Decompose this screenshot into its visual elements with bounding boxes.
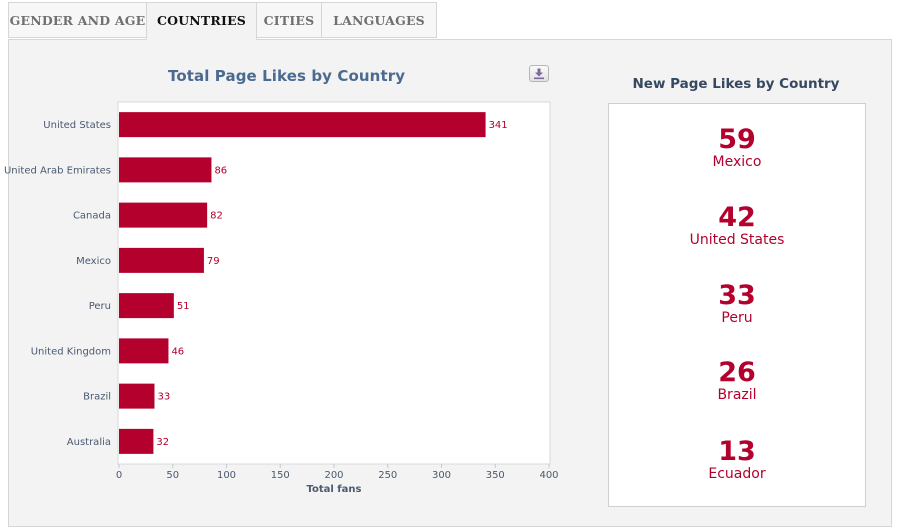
stat-item: 33 Peru	[609, 280, 865, 327]
x-tick-label: 400	[539, 470, 558, 481]
value-label: 33	[157, 392, 170, 403]
category-label: Brazil	[83, 392, 111, 403]
tab-countries[interactable]: COUNTRIES	[146, 2, 257, 40]
bar	[119, 202, 208, 228]
bar	[119, 338, 169, 364]
stat-value: 42	[718, 202, 756, 233]
x-axis-label: Total fans	[307, 484, 362, 495]
x-tick-label: 300	[432, 470, 451, 481]
x-tick-label: 150	[271, 470, 290, 481]
stat-value: 33	[718, 280, 756, 311]
value-label: 86	[214, 165, 227, 176]
value-label: 46	[171, 346, 184, 357]
x-tick-label: 100	[217, 470, 236, 481]
stat-country: Brazil	[717, 387, 757, 403]
category-label: Peru	[89, 301, 111, 312]
value-label: 79	[207, 256, 220, 267]
right-panel-title: New Page Likes by Country	[632, 76, 840, 92]
stat-country: Peru	[721, 310, 753, 326]
stat-item: 42 United States	[609, 202, 865, 249]
value-label: 32	[156, 437, 169, 448]
value-label: 341	[489, 120, 508, 131]
stat-item: 59 Mexico	[609, 124, 865, 171]
category-label: Canada	[73, 211, 111, 222]
new-likes-card: 59 Mexico 42 United States 33 Peru 26 Br…	[608, 103, 866, 507]
x-tick-label: 250	[378, 470, 397, 481]
category-label: United States	[43, 120, 111, 131]
stat-value: 26	[718, 357, 756, 388]
stat-country: Ecuador	[708, 466, 766, 482]
x-tick-label: 0	[116, 470, 122, 481]
bar	[119, 112, 486, 138]
stat-country: United States	[689, 232, 785, 248]
category-label: United Kingdom	[31, 346, 111, 357]
stat-item: 13 Ecuador	[609, 436, 865, 483]
bar	[119, 293, 174, 319]
bar	[119, 428, 154, 454]
x-tick-label: 350	[486, 470, 505, 481]
plot-area	[117, 101, 551, 465]
value-label: 51	[177, 301, 190, 312]
bar	[119, 247, 204, 273]
stat-country: Mexico	[712, 154, 762, 170]
bar	[119, 157, 212, 183]
category-label: United Arab Emirates	[4, 165, 111, 176]
bar	[119, 383, 155, 409]
stat-value: 13	[718, 436, 756, 467]
x-tick-label: 50	[166, 470, 179, 481]
stat-item: 26 Brazil	[609, 357, 865, 404]
category-label: Mexico	[76, 256, 111, 267]
x-tick-label: 200	[324, 470, 343, 481]
value-label: 82	[210, 211, 223, 222]
category-label: Australia	[67, 437, 111, 448]
stat-value: 59	[718, 124, 756, 155]
